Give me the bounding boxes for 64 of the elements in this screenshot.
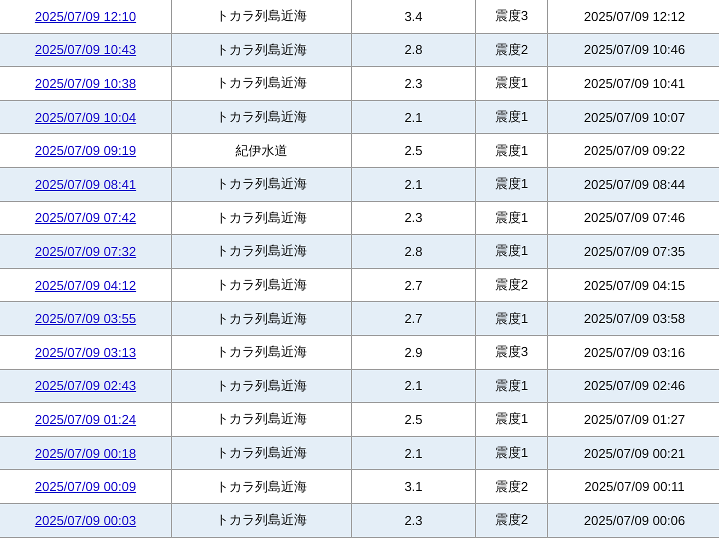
announced-time-cell: 2025/07/09 10:41 <box>584 76 686 91</box>
announced-time-cell: 2025/07/09 12:12 <box>584 8 686 24</box>
magnitude-cell: 2.3 <box>404 76 423 91</box>
announced-time-cell: 2025/07/09 10:07 <box>584 110 686 125</box>
magnitude-cell: 2.5 <box>404 143 423 158</box>
magnitude-cell: 2.3 <box>404 210 423 226</box>
announced-time-cell: 2025/07/09 04:15 <box>584 278 686 293</box>
intensity-cell: 震度2 <box>494 512 528 528</box>
intensity-cell: 震度1 <box>494 109 528 124</box>
magnitude-cell: 2.5 <box>404 412 423 427</box>
region-cell: トカラ列島近海 <box>216 344 307 360</box>
announced-time-cell: 2025/07/09 01:27 <box>584 412 686 427</box>
magnitude-cell: 2.8 <box>404 244 423 259</box>
announced-time-cell: 2025/07/09 09:22 <box>584 143 686 158</box>
intensity-cell: 震度1 <box>494 176 528 192</box>
intensity-cell: 震度1 <box>494 210 528 225</box>
intensity-cell: 震度2 <box>494 277 528 292</box>
intensity-cell: 震度1 <box>494 142 528 158</box>
region-cell: トカラ列島近海 <box>216 42 307 57</box>
magnitude-cell: 3.4 <box>404 8 423 24</box>
region-cell: トカラ列島近海 <box>216 176 307 192</box>
magnitude-cell: 2.9 <box>404 344 423 360</box>
intensity-cell: 震度1 <box>494 243 528 258</box>
region-cell: トカラ列島近海 <box>216 277 307 292</box>
magnitude-cell: 2.7 <box>404 311 423 326</box>
announced-time-cell: 2025/07/09 00:21 <box>584 446 686 461</box>
intensity-cell: 震度2 <box>494 42 528 57</box>
intensity-cell: 震度3 <box>494 344 528 360</box>
region-cell: トカラ列島近海 <box>216 8 307 24</box>
region-cell: トカラ列島近海 <box>216 512 307 528</box>
region-cell: トカラ列島近海 <box>216 310 307 326</box>
region-cell: トカラ列島近海 <box>216 75 307 90</box>
intensity-cell: 震度1 <box>494 378 528 393</box>
magnitude-cell: 2.3 <box>404 512 423 528</box>
region-cell: トカラ列島近海 <box>216 478 307 494</box>
announced-time-cell: 2025/07/09 03:16 <box>584 344 686 360</box>
intensity-cell: 震度1 <box>494 411 528 426</box>
magnitude-cell: 2.1 <box>404 378 423 394</box>
region-cell: 紀伊水道 <box>236 142 288 158</box>
intensity-cell: 震度3 <box>494 8 528 24</box>
region-cell: トカラ列島近海 <box>216 411 307 426</box>
intensity-cell: 震度1 <box>494 75 528 90</box>
intensity-cell: 震度1 <box>494 310 528 326</box>
magnitude-cell: 2.7 <box>404 278 423 293</box>
announced-time-cell: 2025/07/09 07:46 <box>584 210 686 226</box>
announced-time-cell: 2025/07/09 00:06 <box>584 512 686 528</box>
magnitude-cell: 2.1 <box>404 176 423 192</box>
region-cell: トカラ列島近海 <box>216 445 307 460</box>
magnitude-cell: 2.1 <box>404 110 423 125</box>
magnitude-cell: 2.8 <box>404 42 423 58</box>
intensity-cell: 震度1 <box>494 445 528 460</box>
announced-time-cell: 2025/07/09 02:46 <box>584 378 686 394</box>
intensity-cell: 震度2 <box>494 478 528 494</box>
region-cell: トカラ列島近海 <box>216 109 307 124</box>
region-cell: トカラ列島近海 <box>216 210 307 225</box>
region-cell: トカラ列島近海 <box>216 243 307 258</box>
announced-time-cell: 2025/07/09 03:58 <box>584 311 686 326</box>
announced-time-cell: 2025/07/09 00:11 <box>584 479 685 494</box>
announced-time-cell: 2025/07/09 10:46 <box>584 42 686 58</box>
announced-time-cell: 2025/07/09 08:44 <box>584 176 686 192</box>
announced-time-cell: 2025/07/09 07:35 <box>584 244 686 259</box>
region-cell: トカラ列島近海 <box>216 378 307 393</box>
magnitude-cell: 2.1 <box>404 446 423 461</box>
magnitude-cell: 3.1 <box>404 479 423 494</box>
